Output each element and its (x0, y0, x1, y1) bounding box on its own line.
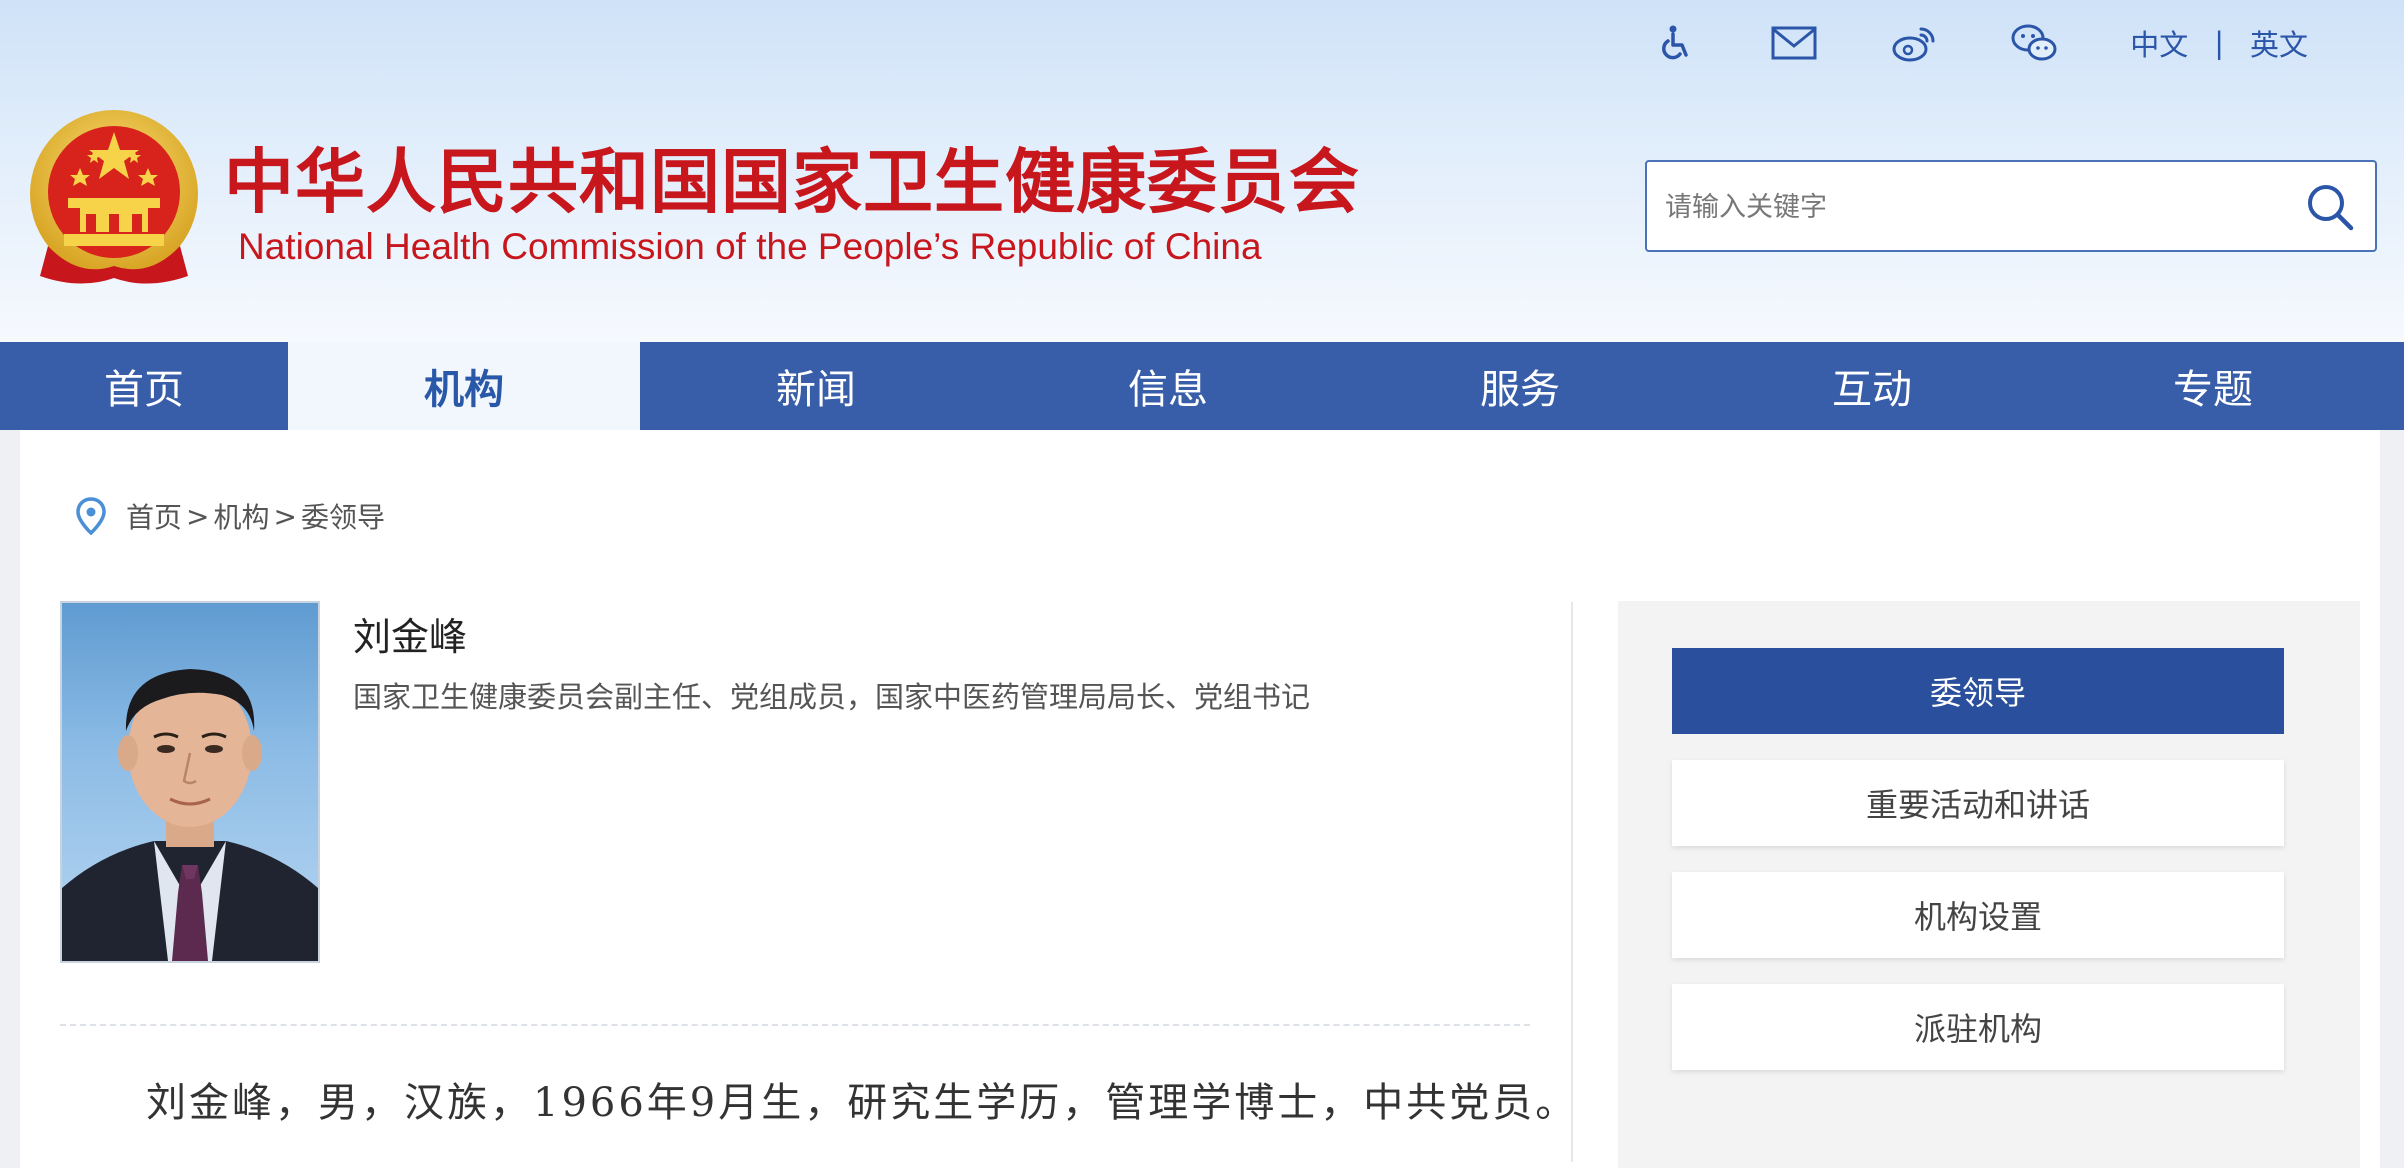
search-button[interactable] (2305, 182, 2355, 232)
sidebar-item-activities-speeches[interactable]: 重要活动和讲话 (1672, 760, 2284, 846)
language-switch: 中文 | 英文 (2130, 22, 2308, 64)
nav-item-news[interactable]: 新闻 (640, 342, 992, 430)
weibo-icon[interactable] (1890, 19, 1938, 67)
nav-item-topics[interactable]: 专题 (2048, 342, 2378, 430)
nav-item-information[interactable]: 信息 (992, 342, 1344, 430)
wechat-icon[interactable] (2010, 19, 2058, 67)
breadcrumb-institutions[interactable]: 机构 (213, 496, 269, 536)
search-input[interactable] (1663, 162, 2307, 252)
nav-item-home[interactable]: 首页 (0, 342, 288, 430)
sidebar-panel: 委领导 重要活动和讲话 机构设置 派驻机构 (1618, 601, 2360, 1168)
lang-chinese-link[interactable]: 中文 (2130, 22, 2188, 64)
leader-bio: 刘金峰，男，汉族，1966年9月生，研究生学历，管理学博士，中共党员。 (146, 1080, 1579, 1126)
breadcrumb-separator: > (273, 499, 297, 533)
nav-item-interaction[interactable]: 互动 (1696, 342, 2048, 430)
breadcrumb-current[interactable]: 委领导 (301, 496, 385, 536)
leader-portrait (60, 601, 320, 963)
leader-name: 刘金峰 (353, 615, 468, 659)
sidebar-item-leaders[interactable]: 委领导 (1672, 648, 2284, 734)
column-divider (1571, 602, 1573, 1162)
top-toolbar: 中文 | 英文 (1650, 18, 2308, 68)
main-content: 首页 > 机构 > 委领导 刘金峰 国家卫生健康委员会副主任、党组成员，国家中医… (20, 430, 2380, 1168)
leader-position: 国家卫生健康委员会副主任、党组成员，国家中医药管理局局长、党组书记 (353, 680, 1311, 714)
site-title-chinese: 中华人民共和国国家卫生健康委员会 (224, 141, 1360, 223)
accessibility-icon[interactable] (1650, 19, 1698, 67)
search-box (1645, 160, 2377, 252)
breadcrumb-home[interactable]: 首页 (126, 496, 182, 536)
breadcrumb-separator: > (186, 499, 210, 533)
content-divider (60, 1024, 1530, 1026)
breadcrumb: 首页 > 机构 > 委领导 (76, 496, 385, 536)
search-icon (2308, 185, 2354, 231)
site-title-english: National Health Commission of the People… (238, 226, 1262, 267)
main-nav: 首页 机构 新闻 信息 服务 互动 专题 (0, 342, 2404, 430)
nav-item-institutions[interactable]: 机构 (288, 342, 640, 430)
site-header: 中文 | 英文 中华人民共和国国家卫生健康委员会 National Health… (0, 0, 2404, 342)
nav-item-services[interactable]: 服务 (1344, 342, 1696, 430)
sidebar-item-organization[interactable]: 机构设置 (1672, 872, 2284, 958)
mail-icon[interactable] (1770, 19, 1818, 67)
lang-separator: | (2214, 26, 2224, 60)
lang-english-link[interactable]: 英文 (2250, 22, 2308, 64)
location-pin-icon (76, 497, 106, 535)
sidebar-item-stationed-agencies[interactable]: 派驻机构 (1672, 984, 2284, 1070)
national-emblem-logo[interactable] (28, 106, 200, 290)
